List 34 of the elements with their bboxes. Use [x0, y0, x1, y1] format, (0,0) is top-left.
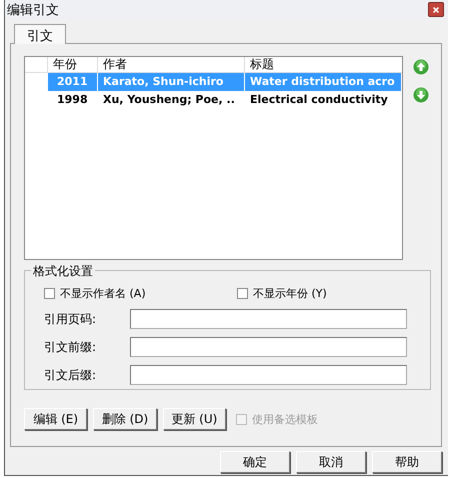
action-button[interactable]: 删除 (D) — [93, 408, 157, 430]
input-field[interactable] — [130, 309, 407, 329]
close-icon — [432, 6, 440, 14]
checkbox[interactable] — [44, 288, 55, 299]
group-title: 格式化设置 — [31, 263, 95, 280]
action-button[interactable]: 更新 (U) — [162, 408, 226, 430]
column-header[interactable]: 年份 — [48, 57, 98, 72]
checkbox-label: 使用备选模板 — [252, 412, 318, 426]
checkbox-label: 不显示年份 (Y) — [253, 286, 327, 301]
checkbox-label: 不显示作者名 (A) — [60, 286, 146, 301]
window-title: 编辑引文 — [7, 2, 59, 18]
field-label: 引文后缀: — [44, 366, 98, 384]
field-label: 引用页码: — [44, 310, 98, 328]
column-header[interactable]: 作者 — [98, 57, 245, 72]
table-cell: 2011 — [48, 73, 98, 91]
table-cell: 1998 — [48, 91, 98, 109]
table-cell: Electrical conductivity — [245, 91, 402, 109]
column-header[interactable]: 标题 — [245, 57, 402, 72]
input-field[interactable] — [130, 365, 407, 385]
table-row[interactable]: 1998 Xu, Yousheng; Poe, .. Electrical conductivity — [25, 91, 402, 109]
dialog-button[interactable]: 帮助 — [372, 451, 442, 473]
input-field[interactable] — [130, 337, 407, 357]
move-down-icon[interactable] — [413, 87, 429, 103]
action-button[interactable]: 编辑 (E) — [24, 408, 88, 430]
table-cell: Xu, Yousheng; Poe, .. — [98, 91, 245, 109]
table-cell: Water distribution acro — [245, 73, 402, 91]
dialog-button[interactable]: 确定 — [220, 451, 290, 473]
tab[interactable]: 引文 — [14, 24, 66, 44]
table-cell: Karato, Shun-ichiro — [98, 73, 245, 91]
move-up-icon[interactable] — [413, 59, 429, 75]
close-button[interactable] — [428, 2, 444, 17]
field-label: 引文前缀: — [44, 338, 98, 356]
checkbox[interactable] — [237, 288, 248, 299]
dialog-button[interactable]: 取消 — [296, 451, 366, 473]
